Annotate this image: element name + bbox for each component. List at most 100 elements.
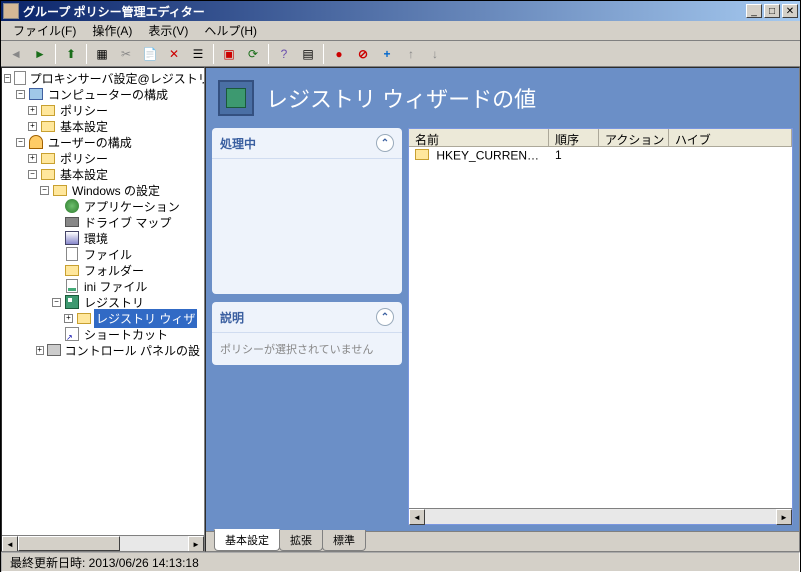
list-row[interactable]: HKEY_CURRENT_U... 1 xyxy=(409,147,792,163)
menu-help[interactable]: ヘルプ(H) xyxy=(196,20,265,41)
list-h-scrollbar[interactable]: ◄ ► xyxy=(409,508,792,524)
processing-panel-body xyxy=(212,159,402,175)
processing-panel: 処理中 ⌃ xyxy=(212,128,402,294)
red-light-icon[interactable]: ● xyxy=(328,43,350,65)
folder-icon xyxy=(41,121,55,132)
menu-view[interactable]: 表示(V) xyxy=(140,20,196,41)
user-icon xyxy=(29,135,43,149)
cell-name: HKEY_CURRENT_U... xyxy=(436,149,549,163)
maximize-button[interactable]: □ xyxy=(764,4,780,18)
expander-icon[interactable]: − xyxy=(40,186,49,195)
cell-order: 1 xyxy=(549,147,599,163)
content-header: レジストリ ウィザードの値 xyxy=(206,68,799,128)
col-hive[interactable]: ハイブ xyxy=(669,129,792,146)
application-icon xyxy=(65,199,79,213)
tab-standard[interactable]: 標準 xyxy=(322,530,366,551)
scroll-thumb[interactable] xyxy=(18,536,120,551)
list-body[interactable]: HKEY_CURRENT_U... 1 xyxy=(409,147,792,508)
content-title: レジストリ ウィザードの値 xyxy=(266,82,536,114)
folder-icon xyxy=(415,149,429,160)
expander-icon[interactable]: + xyxy=(28,122,37,131)
environment-icon xyxy=(65,231,79,245)
move-down-icon[interactable]: ↓ xyxy=(424,43,446,65)
tree-control-panel[interactable]: + コントロール パネルの設 xyxy=(4,342,202,358)
scroll-left-button[interactable]: ◄ xyxy=(2,536,18,552)
close-button[interactable]: ✕ xyxy=(782,4,798,18)
main-area: − プロキシサーバ設定@レジストリ [MI − コンピューターの構成 + ポリシ… xyxy=(1,67,800,552)
move-up-icon[interactable]: ↑ xyxy=(400,43,422,65)
tab-extended[interactable]: 拡張 xyxy=(279,530,323,551)
expander-icon[interactable]: + xyxy=(36,346,44,355)
expander-icon[interactable]: − xyxy=(52,298,61,307)
copy-icon[interactable]: 📄 xyxy=(139,43,161,65)
description-panel-title: 説明 xyxy=(220,309,244,326)
delete-icon[interactable]: ✕ xyxy=(163,43,185,65)
cell-action xyxy=(599,154,669,156)
view-toggle-icon[interactable]: ▣ xyxy=(218,43,240,65)
properties-icon[interactable]: ☰ xyxy=(187,43,209,65)
scroll-right-button[interactable]: ► xyxy=(776,509,792,525)
tree-h-scrollbar[interactable]: ◄ ► xyxy=(2,535,204,551)
registry-header-icon xyxy=(218,80,254,116)
shortcut-icon xyxy=(65,327,79,341)
expander-icon[interactable]: − xyxy=(28,170,37,179)
folder-icon xyxy=(65,265,79,276)
col-action[interactable]: アクション xyxy=(599,129,669,146)
tree[interactable]: − プロキシサーバ設定@レジストリ [MI − コンピューターの構成 + ポリシ… xyxy=(2,68,204,535)
expander-icon[interactable]: − xyxy=(4,74,11,83)
list-icon[interactable]: ▤ xyxy=(297,43,319,65)
collapse-button[interactable]: ⌃ xyxy=(376,308,394,326)
folder-icon xyxy=(77,313,91,324)
expander-icon[interactable]: + xyxy=(64,314,73,323)
help-icon[interactable]: ? xyxy=(273,43,295,65)
menu-action[interactable]: 操作(A) xyxy=(84,20,140,41)
window-title: グループ ポリシー管理エディター xyxy=(23,3,746,20)
control-panel-icon xyxy=(47,344,61,356)
forward-button[interactable]: ► xyxy=(29,43,51,65)
content-pane: レジストリ ウィザードの値 処理中 ⌃ 説明 ⌃ xyxy=(205,67,800,552)
folder-icon xyxy=(41,169,55,180)
expander-icon[interactable]: − xyxy=(16,90,25,99)
bottom-tabs: 基本設定 拡張 標準 xyxy=(206,531,799,551)
add-icon[interactable]: + xyxy=(376,43,398,65)
back-button[interactable]: ◄ xyxy=(5,43,27,65)
stop-icon[interactable]: ⊘ xyxy=(352,43,374,65)
menu-file[interactable]: ファイル(F) xyxy=(5,20,84,41)
col-name[interactable]: 名前 xyxy=(409,129,549,146)
computer-icon xyxy=(29,88,43,100)
folder-icon xyxy=(41,105,55,116)
minimize-button[interactable]: _ xyxy=(746,4,762,18)
policy-doc-icon xyxy=(14,71,26,85)
description-panel-body: ポリシーが選択されていません xyxy=(212,333,402,365)
drive-icon xyxy=(65,217,79,227)
tree-pane: − プロキシサーバ設定@レジストリ [MI − コンピューターの構成 + ポリシ… xyxy=(1,67,205,552)
ini-icon xyxy=(66,279,78,293)
list-header: 名前 順序 アクション ハイブ xyxy=(409,129,792,147)
toolbar: ◄ ► ⬆ ▦ ✂ 📄 ✕ ☰ ▣ ⟳ ? ▤ ● ⊘ + ↑ ↓ xyxy=(1,41,800,67)
up-button[interactable]: ⬆ xyxy=(60,43,82,65)
collapse-button[interactable]: ⌃ xyxy=(376,134,394,152)
status-bar: 最終更新日時: 2013/06/26 14:13:18 xyxy=(1,552,800,572)
description-panel: 説明 ⌃ ポリシーが選択されていません xyxy=(212,302,402,365)
cut-icon[interactable]: ✂ xyxy=(115,43,137,65)
expander-icon[interactable]: + xyxy=(28,154,37,163)
app-icon xyxy=(3,3,19,19)
processing-panel-title: 処理中 xyxy=(220,135,256,152)
registry-icon xyxy=(65,295,79,309)
list-area: 名前 順序 アクション ハイブ HKEY_CURRENT_U... 1 xyxy=(408,128,793,525)
cell-hive xyxy=(669,154,792,156)
menu-bar: ファイル(F) 操作(A) 表示(V) ヘルプ(H) xyxy=(1,21,800,41)
refresh-icon[interactable]: ⟳ xyxy=(242,43,264,65)
scroll-left-button[interactable]: ◄ xyxy=(409,509,425,525)
folder-icon xyxy=(53,185,67,196)
status-text: 最終更新日時: 2013/06/26 14:13:18 xyxy=(6,553,203,572)
show-hide-button[interactable]: ▦ xyxy=(91,43,113,65)
expander-icon[interactable]: + xyxy=(28,106,37,115)
folder-icon xyxy=(41,153,55,164)
col-order[interactable]: 順序 xyxy=(549,129,599,146)
expander-icon[interactable]: − xyxy=(16,138,25,147)
file-icon xyxy=(66,247,78,261)
scroll-right-button[interactable]: ► xyxy=(188,536,204,552)
title-bar: グループ ポリシー管理エディター _ □ ✕ xyxy=(1,1,800,21)
tab-basic[interactable]: 基本設定 xyxy=(214,529,280,551)
